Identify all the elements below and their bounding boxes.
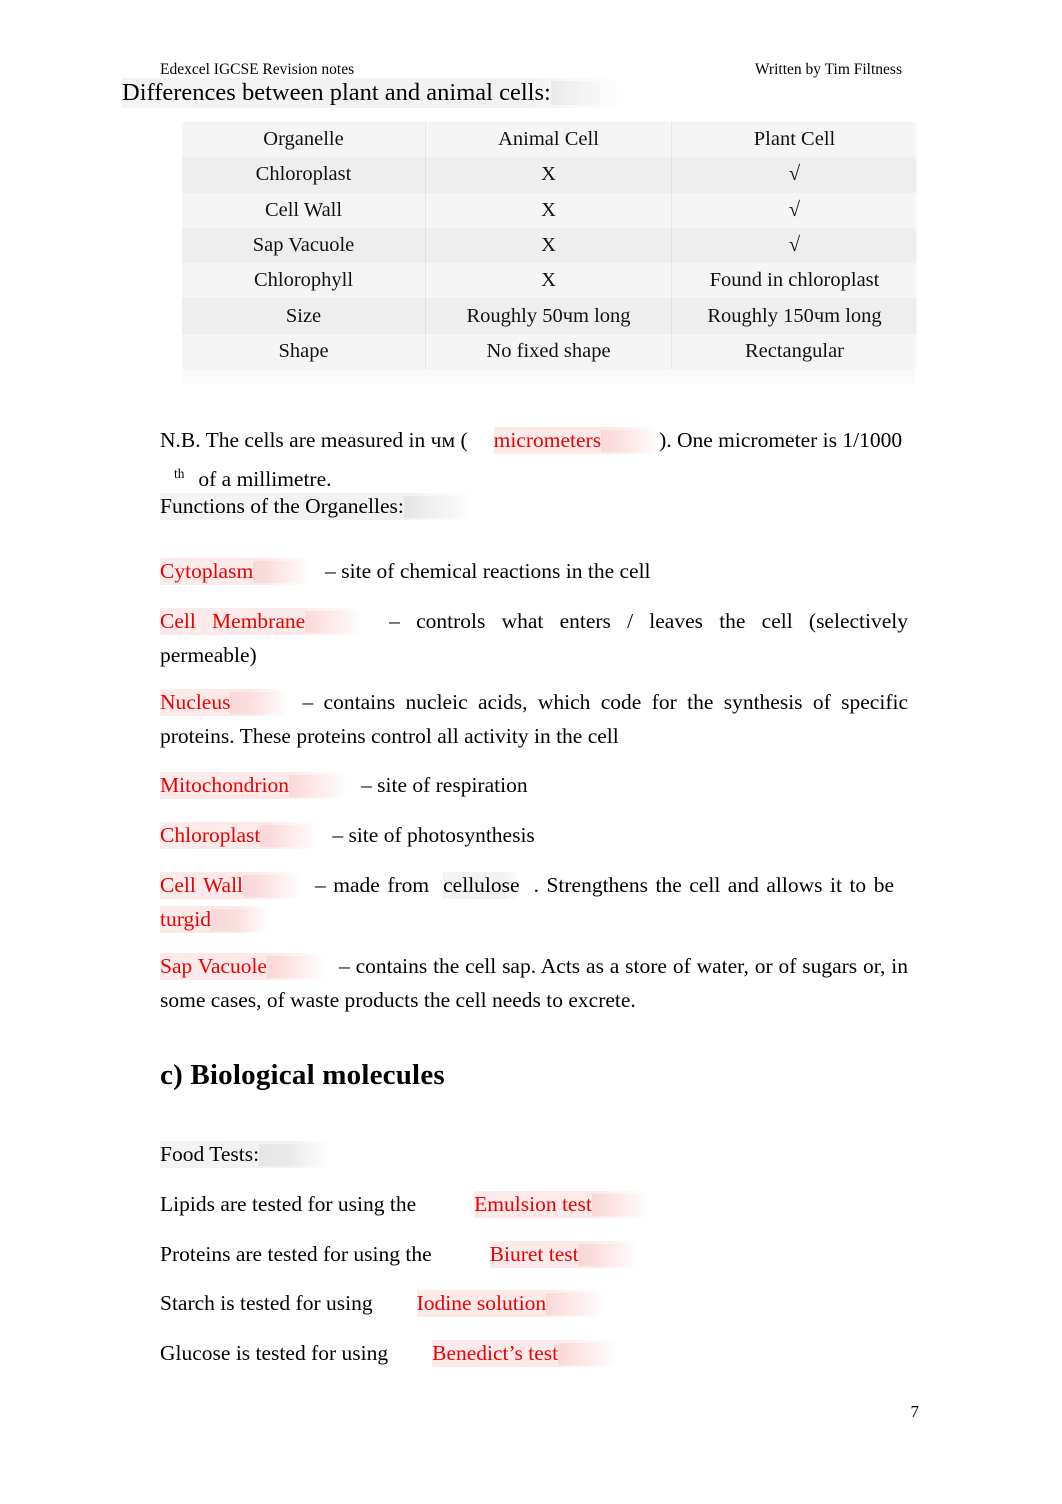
functions-heading: Functions of the Organelles: (160, 489, 910, 523)
food-test-line-proteins: Proteins are tested for using the Biuret … (160, 1237, 910, 1271)
table-row: Size Roughly 50чm long Roughly 150чm lon… (182, 298, 917, 334)
organelle-definition: – site of respiration (361, 773, 528, 797)
nb-superscript-th: th (174, 466, 185, 481)
food-test-answer: Benedict’s test (432, 1340, 617, 1367)
table-row: Chloroplast X √ (182, 157, 917, 193)
cell-organelle: Sap Vacuole (182, 227, 426, 264)
organelle-term: Sap Vacuole (160, 953, 325, 980)
organelle-entry-chloroplast: Chloroplast – site of photosynthesis (160, 818, 910, 852)
food-test-line-glucose: Glucose is tested for using Benedict’s te… (160, 1336, 910, 1370)
organelle-entry-cytoplasm: Cytoplasm – site of chemical reactions in… (160, 554, 910, 588)
organelle-entry-mitochondrion: Mitochondrion – site of respiration (160, 768, 910, 802)
nb-text-part1: N.B. The cells are measured in чм ( (160, 428, 468, 452)
organelle-term: Cell Membrane (160, 608, 364, 635)
cell-wall-text-part1: – made from (315, 873, 430, 897)
food-test-answer: Biuret test (489, 1241, 637, 1268)
organelle-entry-cell-wall: Cell Wall – made from cellulose . Strengthe… (160, 868, 908, 936)
cell-animal: X (425, 263, 672, 299)
cell-organelle: Cell Wall (182, 192, 426, 228)
nb-text-part2: ). One micrometer is 1/1000 (659, 428, 903, 452)
cell-organelle: Chloroplast (182, 157, 426, 193)
organelle-term: Mitochondrion (160, 772, 347, 799)
cell-plant: Roughly 150чm long (671, 298, 917, 334)
column-header-plant-cell: Plant Cell (753, 128, 836, 151)
cell-plant: Found in chloroplast (709, 269, 880, 292)
cell-animal: Roughly 50чm long (425, 298, 672, 334)
nb-text-part3: of a millimetre. (198, 467, 332, 492)
food-test-prompt: Proteins are tested for using the (160, 1242, 432, 1266)
organelle-term: Chloroplast (160, 822, 319, 849)
cell-animal: X (425, 227, 672, 264)
table-row: Shape No fixed shape Rectangular (182, 333, 917, 370)
column-header-organelle: Organelle (182, 122, 426, 158)
page-heading-biological-molecules: c) Biological molecules (160, 1059, 445, 1091)
nb-note: N.B. The cells are measured in чм ( micro… (160, 423, 910, 496)
cell-plant: Rectangular (744, 339, 845, 362)
cell-wall-answer-turgid: turgid (160, 906, 269, 933)
food-test-prompt: Lipids are tested for using the (160, 1192, 417, 1216)
organelle-term: Nucleus (160, 689, 289, 716)
nb-answer-micrometers: micrometers (493, 427, 660, 454)
food-test-prompt: Starch is tested for using (160, 1291, 373, 1315)
cell-organelle: Size (182, 298, 426, 334)
cell-organelle: Shape (182, 333, 426, 370)
table-row: Chlorophyll X Found in chloroplast (182, 263, 917, 299)
food-test-line-starch: Starch is tested for using Iodine solutio… (160, 1286, 910, 1320)
section-subtitle: Differences between plant and animal cel… (122, 78, 621, 108)
header-left-text: Edexcel IGCSE Revision notes (160, 61, 355, 78)
cell-plant: √ (788, 198, 801, 221)
food-test-answer: Iodine solution (416, 1290, 605, 1317)
organelle-definition: – site of chemical reactions in the cell (325, 559, 651, 583)
cell-animal: X (425, 192, 672, 228)
table-row: Cell Wall X √ (182, 192, 917, 228)
food-tests-heading: Food Tests: (160, 1137, 910, 1171)
food-test-prompt: Glucose is tested for using (160, 1341, 389, 1365)
cell-wall-text-part2: . Strengthens the cell and allows it to … (533, 873, 894, 897)
organelle-entry-sap-vacuole: Sap Vacuole – contains the cell sap. Acts… (160, 949, 908, 1017)
document-page: Edexcel IGCSE Revision notes Written by … (0, 0, 1062, 1504)
section-subtitle-text: Differences between plant and animal cel… (122, 78, 621, 108)
organelle-definition: – site of photosynthesis (332, 823, 535, 847)
column-header-animal-cell: Animal Cell (425, 122, 672, 158)
page-number: 7 (910, 1402, 920, 1421)
cell-organelle: Chlorophyll (182, 263, 426, 299)
food-test-answer: Emulsion test (474, 1191, 650, 1218)
cell-wall-answer-cellulose: cellulose (443, 872, 520, 899)
cell-animal: X (425, 157, 672, 193)
food-tests-heading-text: Food Tests: (160, 1141, 330, 1168)
food-test-line-lipids: Lipids are tested for using the Emulsion … (160, 1187, 910, 1221)
organelle-term: Cytoplasm (160, 558, 312, 585)
cell-plant: √ (671, 157, 917, 193)
organelle-entry-nucleus: Nucleus – contains nucleic acids, which c… (160, 685, 908, 753)
functions-heading-text: Functions of the Organelles: (160, 493, 474, 520)
table-header-row: Organelle Animal Cell Plant Cell (182, 122, 917, 158)
table-row: Sap Vacuole X √ (182, 227, 917, 264)
cell-animal: No fixed shape (425, 333, 672, 370)
plant-animal-comparison-table: Organelle Animal Cell Plant Cell Chlorop… (182, 122, 917, 384)
cell-plant: √ (671, 227, 917, 264)
organelle-entry-cell-membrane: Cell Membrane – controls what enters / le… (160, 604, 908, 672)
organelle-term: Cell Wall (160, 872, 302, 899)
header-right-text: Written by Tim Filtness (754, 61, 902, 78)
